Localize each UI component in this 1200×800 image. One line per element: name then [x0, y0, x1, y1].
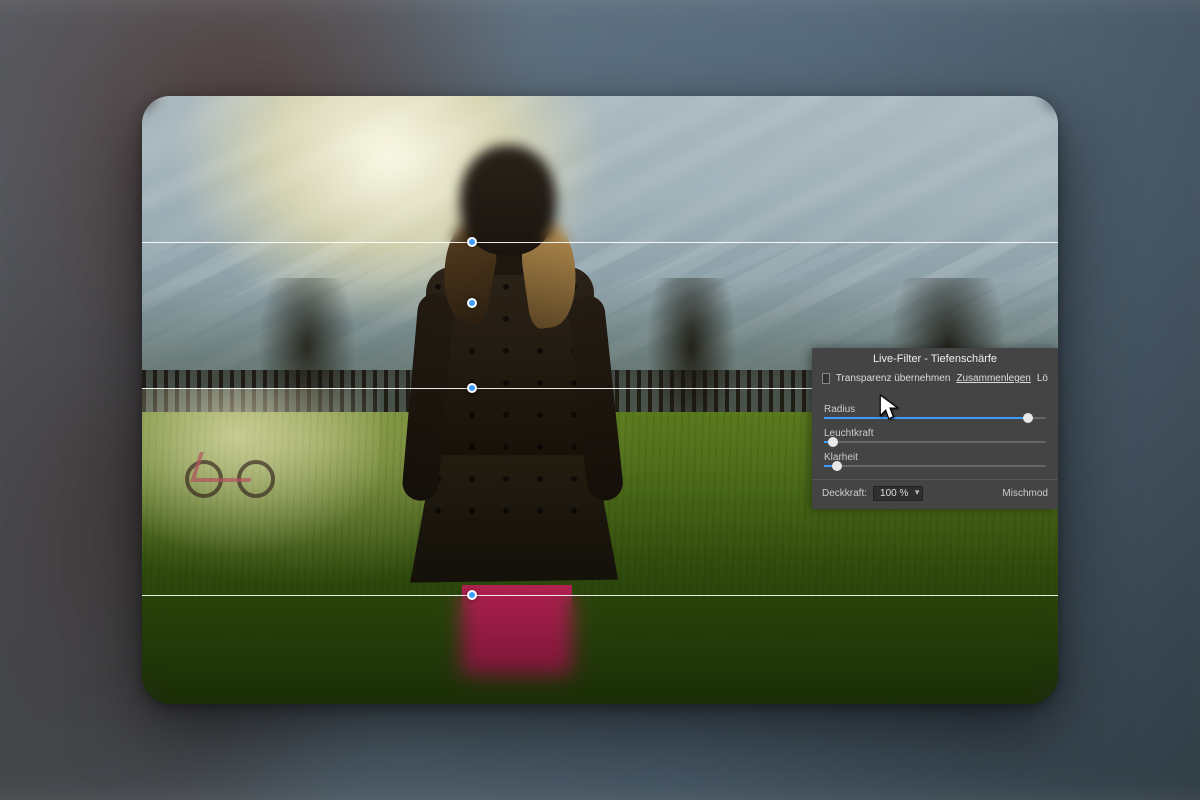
dof-guide-handle[interactable]	[467, 383, 477, 393]
panel-title: Live-Filter - Tiefenschärfe	[812, 348, 1058, 370]
slider-track[interactable]	[824, 441, 1046, 443]
transparency-label[interactable]: Transparenz übernehmen	[836, 373, 951, 384]
editor-preview-card: Live-Filter - Tiefenschärfe Transparenz …	[142, 96, 1058, 704]
slider-label: Radius	[824, 404, 1046, 415]
opacity-select[interactable]: 100 %	[873, 486, 923, 501]
live-filter-panel: Live-Filter - Tiefenschärfe Transparenz …	[812, 348, 1058, 509]
delete-button[interactable]: Lö	[1037, 373, 1048, 384]
slider-label: Leuchtkraft	[824, 428, 1046, 439]
opacity-label: Deckkraft:	[822, 488, 867, 499]
merge-button[interactable]: Zusammenlegen	[956, 373, 1030, 384]
dof-guide-handle[interactable]	[467, 237, 477, 247]
slider-knob[interactable]	[828, 437, 838, 447]
dof-guide-line[interactable]	[142, 595, 1058, 596]
slider-label: Klarheit	[824, 452, 1046, 463]
dof-blur-bottom	[142, 595, 1058, 704]
slider-knob[interactable]	[832, 461, 842, 471]
dof-guide-line[interactable]	[142, 242, 1058, 243]
slider-knob[interactable]	[1023, 413, 1033, 423]
dof-blur-top	[142, 96, 1058, 242]
transparency-checkbox[interactable]	[822, 373, 830, 384]
slider-track[interactable]	[824, 417, 1046, 419]
blendmode-label: Mischmod	[1002, 488, 1048, 499]
dof-guide-handle[interactable]	[467, 590, 477, 600]
slider-track[interactable]	[824, 465, 1046, 467]
bicycle-shape	[179, 424, 299, 504]
dof-guide-handle[interactable]	[467, 298, 477, 308]
